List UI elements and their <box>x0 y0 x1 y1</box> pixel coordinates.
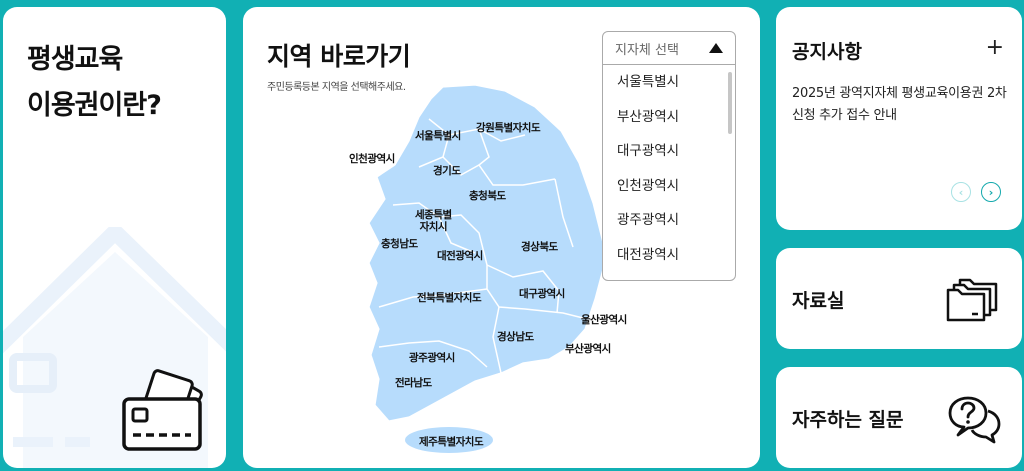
folder-icon <box>946 278 998 322</box>
region-sejong-line2: 자치시 <box>419 221 448 233</box>
region-daegu[interactable]: 대구광역시 <box>519 288 565 300</box>
region-option[interactable]: 광주광역시 <box>603 203 735 238</box>
library-title: 자료실 <box>792 290 845 312</box>
region-map-card: 지역 바로가기 주민등록등본 지역을 선택해주세요. 강원특별자치도 서울특별시… <box>243 7 760 468</box>
mainland-shape[interactable] <box>368 84 604 422</box>
region-ulsan[interactable]: 울산광역시 <box>581 314 627 326</box>
notice-title: 공지사항 <box>792 41 862 63</box>
region-option[interactable]: 서울특별시 <box>603 65 735 100</box>
region-gyeonggi[interactable]: 경기도 <box>433 165 461 177</box>
region-chungnam[interactable]: 충청남도 <box>381 238 418 250</box>
question-chat-icon <box>948 396 1001 444</box>
region-jeonnam[interactable]: 전라남도 <box>395 377 432 389</box>
region-option[interactable]: 인천광역시 <box>603 169 735 204</box>
library-card[interactable]: 자료실 <box>776 248 1022 349</box>
region-option[interactable]: 대전광역시 <box>603 238 735 273</box>
credit-card-icon <box>122 369 203 451</box>
region-sejong[interactable]: 세종특별 자치시 <box>415 209 452 233</box>
caret-up-icon[interactable] <box>709 43 723 53</box>
notice-item-link[interactable]: 2025년 광역지자체 평생교육이용권 2차 신청 추가 접수 안내 <box>792 83 1010 127</box>
intro-title-line2: 이용권이란? <box>27 90 162 121</box>
region-jeonbuk[interactable]: 전북특별자치도 <box>417 292 482 304</box>
faq-card[interactable]: 자주하는 질문 <box>776 367 1022 468</box>
region-option[interactable]: 대구광역시 <box>603 134 735 169</box>
notice-card: 공지사항 + 2025년 광역지자체 평생교육이용권 2차 신청 추가 접수 안… <box>776 7 1022 230</box>
intro-card[interactable]: 평생교육 이용권이란? <box>3 7 226 468</box>
region-sejong-line1: 세종특별 <box>415 209 452 221</box>
intro-title-line1: 평생교육 <box>27 44 123 75</box>
dropdown-scrollbar[interactable] <box>728 72 732 134</box>
region-select-header[interactable]: 지자체 선택 <box>603 32 735 65</box>
chevron-right-icon[interactable]: › <box>981 182 1001 202</box>
region-gwangju[interactable]: 광주광역시 <box>409 352 455 364</box>
chevron-left-icon[interactable]: ‹ <box>951 182 971 202</box>
region-select-placeholder: 지자체 선택 <box>615 42 679 58</box>
region-jeju[interactable]: 제주특별자치도 <box>419 436 484 448</box>
region-gyeongnam[interactable]: 경상남도 <box>497 331 534 343</box>
region-incheon[interactable]: 인천광역시 <box>349 153 395 165</box>
region-gyeongbuk[interactable]: 경상북도 <box>521 241 558 253</box>
region-seoul[interactable]: 서울특별시 <box>415 130 461 142</box>
region-busan[interactable]: 부산광역시 <box>565 343 611 355</box>
region-option[interactable]: 부산광역시 <box>603 100 735 135</box>
region-daejeon[interactable]: 대전광역시 <box>437 250 483 262</box>
region-gangwon[interactable]: 강원특별자치도 <box>476 122 541 134</box>
region-chungbuk[interactable]: 충청북도 <box>469 190 506 202</box>
faq-title: 자주하는 질문 <box>792 409 904 431</box>
region-options-list: 서울특별시 부산광역시 대구광역시 인천광역시 광주광역시 대전광역시 <box>603 65 735 273</box>
plus-icon[interactable]: + <box>986 37 1004 59</box>
intro-title: 평생교육 이용권이란? <box>27 37 162 129</box>
region-select-dropdown[interactable]: 지자체 선택 서울특별시 부산광역시 대구광역시 인천광역시 광주광역시 대전광… <box>602 31 736 281</box>
